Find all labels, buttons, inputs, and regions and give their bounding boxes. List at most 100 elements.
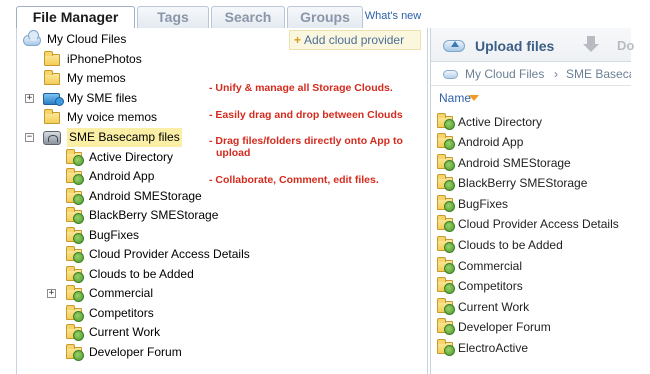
file-row[interactable]: BugFixes [431, 194, 631, 214]
tree-item-label: Developer Forum [89, 345, 182, 359]
tab-groups[interactable]: Groups [287, 6, 363, 28]
file-row[interactable]: Android SMEStorage [431, 153, 631, 173]
basecamp-folder-icon [66, 344, 84, 361]
file-row[interactable]: BlackBerry SMEStorage [431, 173, 631, 193]
file-name: ElectroActive [458, 341, 529, 355]
upload-files-label: Upload files [475, 38, 555, 54]
basecamp-folder-icon [66, 188, 84, 205]
tree-item-label: BlackBerry SMEStorage [89, 208, 219, 222]
annotation-drag-between: - Easily drag and drop between Clouds [209, 109, 403, 121]
download-icon[interactable] [581, 36, 601, 56]
file-row[interactable]: Current Work [431, 297, 631, 317]
basecamp-folder-icon [437, 113, 455, 130]
tree-child-cloud-provider-access-details[interactable]: Cloud Provider Access Details [65, 245, 285, 264]
folder-tree-pane: + Add cloud provider My Cloud Files iPhon… [16, 28, 428, 374]
tab-file-manager[interactable]: File Manager [16, 6, 135, 29]
tab-search[interactable]: Search [211, 6, 285, 28]
basecamp-folder-icon [437, 277, 455, 294]
basecamp-folder-icon [66, 266, 84, 283]
annotation-drag-onto-app-cont: upload [216, 147, 251, 159]
basecamp-folder-icon [66, 324, 84, 341]
tree-child-current-work[interactable]: Current Work [65, 323, 265, 342]
cloud-icon [443, 70, 458, 79]
file-name: Cloud Provider Access Details [458, 217, 619, 231]
expand-plus-icon[interactable]: + [47, 289, 56, 298]
basecamp-folder-icon [437, 298, 455, 315]
tree-item-label: My memos [67, 71, 126, 85]
file-name: Active Directory [458, 115, 543, 129]
basecamp-folder-icon [437, 195, 455, 212]
column-name-label: Name [439, 91, 472, 105]
upload-files-button[interactable]: Upload files [443, 36, 554, 56]
basecamp-folder-icon [437, 215, 455, 232]
basecamp-folder-icon [437, 339, 455, 356]
file-name: Developer Forum [458, 320, 551, 334]
file-row[interactable]: ElectroActive [431, 338, 631, 358]
file-name: Clouds to be Added [458, 238, 563, 252]
tree-item-label: iPhonePhotos [67, 52, 142, 66]
file-row[interactable]: Commercial [431, 256, 631, 276]
annotation-unify: - Unify & manage all Storage Clouds. [209, 82, 393, 94]
folder-icon [44, 109, 60, 124]
tree-item-label: My voice memos [67, 110, 158, 124]
basecamp-folder-icon [66, 207, 84, 224]
tree-child-bugfixes[interactable]: BugFixes [65, 226, 265, 245]
basecamp-folder-icon [437, 154, 455, 171]
tab-bar: File Manager Tags Search Groups What's n… [16, 6, 428, 29]
file-row[interactable]: Android App [431, 132, 631, 152]
folder-icon [44, 70, 60, 85]
tree-item-label: BugFixes [89, 228, 140, 242]
file-list-pane: Upload files Do My Cloud Files › SME Bas… [430, 28, 634, 374]
file-name: Android SMEStorage [458, 156, 571, 170]
file-row[interactable]: Developer Forum [431, 317, 631, 337]
tree-child-blackberry-smestorage[interactable]: BlackBerry SMEStorage [65, 206, 265, 225]
add-cloud-provider-label: Add cloud provider [304, 33, 405, 47]
tree-item-iphonephotos[interactable]: iPhonePhotos [43, 50, 243, 69]
basecamp-folder-icon [66, 227, 84, 244]
basecamp-folder-icon [437, 174, 455, 191]
basecamp-folder-icon [437, 236, 455, 253]
file-name: Android App [458, 135, 524, 149]
breadcrumb-current[interactable]: SME Baseca [566, 62, 631, 85]
annotation-collaborate: - Collaborate, Comment, edit files. [209, 174, 379, 186]
download-label[interactable]: Do [617, 38, 634, 53]
tree-root[interactable]: My Cloud Files [23, 30, 223, 49]
tree-item-label: Android SMEStorage [89, 189, 202, 203]
file-row[interactable]: Active Directory [431, 112, 631, 132]
basecamp-folder-icon [437, 133, 455, 150]
tree-item-label: My SME files [67, 91, 138, 105]
file-row[interactable]: Clouds to be Added [431, 235, 631, 255]
whats-new-link[interactable]: What's new [363, 6, 423, 28]
basecamp-folder-icon [66, 285, 84, 302]
column-header-name[interactable]: Name [431, 86, 631, 110]
file-row[interactable]: Competitors [431, 276, 631, 296]
basecamp-folder-icon [66, 149, 84, 166]
file-toolbar: Upload files Do [431, 28, 634, 62]
collapse-minus-icon[interactable]: − [25, 133, 34, 142]
file-name: Commercial [458, 259, 523, 273]
tree-child-competitors[interactable]: Competitors [65, 304, 265, 323]
file-name: Competitors [458, 279, 523, 293]
basecamp-folder-icon [66, 305, 84, 322]
tree-item-label: Current Work [89, 325, 161, 339]
tree-item-label: SME Basecamp files [67, 128, 182, 147]
basecamp-icon [43, 131, 61, 145]
tree-item-label: Cloud Provider Access Details [89, 247, 250, 261]
file-row[interactable]: Cloud Provider Access Details [431, 214, 631, 234]
basecamp-folder-icon [437, 318, 455, 335]
tree-item-label: Clouds to be Added [89, 267, 194, 281]
file-name: BlackBerry SMEStorage [458, 176, 588, 190]
tree-child-commercial[interactable]: + Commercial [47, 284, 247, 303]
file-name: Current Work [458, 300, 530, 314]
tree-child-clouds-to-be-added[interactable]: Clouds to be Added [65, 265, 265, 284]
basecamp-folder-icon [437, 257, 455, 274]
tree-child-android-smestorage[interactable]: Android SMEStorage [65, 187, 265, 206]
breadcrumb-root[interactable]: My Cloud Files [465, 62, 544, 85]
upload-cloud-icon [443, 40, 465, 52]
add-cloud-provider-button[interactable]: + Add cloud provider [289, 30, 421, 50]
tab-tags[interactable]: Tags [137, 6, 209, 28]
plus-icon: + [294, 33, 302, 47]
breadcrumb: My Cloud Files › SME Baseca [431, 62, 631, 86]
tree-child-developer-forum[interactable]: Developer Forum [65, 343, 265, 362]
expand-plus-icon[interactable]: + [25, 94, 34, 103]
